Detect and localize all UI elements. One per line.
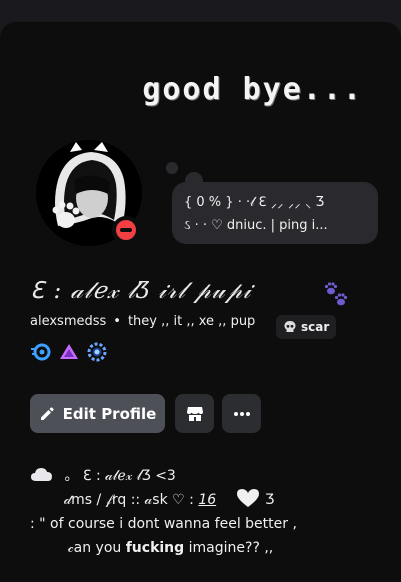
- edit-profile-button[interactable]: Edit Profile: [30, 394, 165, 433]
- more-options-button[interactable]: [222, 394, 261, 433]
- shop-icon: [186, 406, 203, 421]
- do-not-disturb-icon: [112, 216, 140, 244]
- display-name: ℇ : 𝒶𝓁ℯ𝓍 𝓁Ʒ 𝒾𝓇𝓁 𝓅𝓊𝓅𝒾: [30, 278, 252, 304]
- speed-badge-icon[interactable]: [30, 341, 52, 363]
- status-line-2: ઽ · · ♡ dniuc. | ping i...: [184, 218, 328, 233]
- paw-prints-icon: [324, 282, 348, 306]
- pencil-icon: [40, 406, 54, 420]
- more-icon: [233, 411, 250, 416]
- banner-title: good bye...: [142, 72, 363, 107]
- gear-badge-icon[interactable]: [86, 341, 108, 363]
- bio-line-2a: 𝒹ms / 𝒻rq :: 𝒶sk ♡ :: [64, 492, 199, 508]
- pronouns: they ,, it ,, xe ,, pup: [127, 314, 256, 329]
- bio: 。 ℇ : 𝒶𝓁ℯ𝓍 𝓁Ʒ <3 𝒹ms / 𝒻rq :: 𝒶sk ♡ : 16…: [30, 464, 297, 560]
- separator-dot: •: [113, 314, 121, 329]
- triangle-badge-icon[interactable]: [58, 341, 80, 363]
- bio-line-2-number: 16: [198, 492, 217, 508]
- status-line-1: { 0 % } · ·𝓁 ℇ ⸝⸝ ⸝⸝ ⸜ Ʒ: [184, 195, 325, 210]
- bio-line-4b: imagine?? ,,: [184, 540, 274, 556]
- bio-line-2: 𝒹ms / 𝒻rq :: 𝒶sk ♡ : 16 Ʒ: [30, 488, 297, 512]
- guild-tag-label: scar: [301, 320, 330, 334]
- bio-line-4a: 𝒸an you: [68, 540, 126, 556]
- bio-line-1-text: 。 ℇ : 𝒶𝓁ℯ𝓍 𝓁Ʒ <3: [64, 468, 176, 484]
- skull-icon: [284, 321, 296, 332]
- bio-line-1: 。 ℇ : 𝒶𝓁ℯ𝓍 𝓁Ʒ <3: [30, 464, 297, 488]
- guild-tag[interactable]: scar: [276, 315, 337, 339]
- bio-line-2b: Ʒ: [260, 492, 275, 508]
- edit-profile-label: Edit Profile: [62, 404, 157, 423]
- username: alexsmedss: [30, 314, 107, 329]
- profile-meta: alexsmedss • they ,, it ,, xe ,, pup: [30, 314, 255, 329]
- heart-icon: [236, 489, 259, 507]
- bio-line-3: : " of course i dont wanna feel better ,: [30, 516, 297, 532]
- badge-row: [30, 341, 108, 363]
- bio-line-4: 𝒸an you fucking imagine?? ,,: [30, 536, 297, 560]
- bio-line-4-bold: fucking: [125, 540, 185, 556]
- custom-status-bubble[interactable]: { 0 % } · ·𝓁 ℇ ⸝⸝ ⸝⸝ ⸜ Ʒ ઽ · · ♡ dniuc. …: [172, 182, 378, 244]
- thought-bubble-dot: [166, 162, 178, 174]
- shop-button[interactable]: [175, 394, 214, 433]
- cloud-icon: [31, 468, 52, 481]
